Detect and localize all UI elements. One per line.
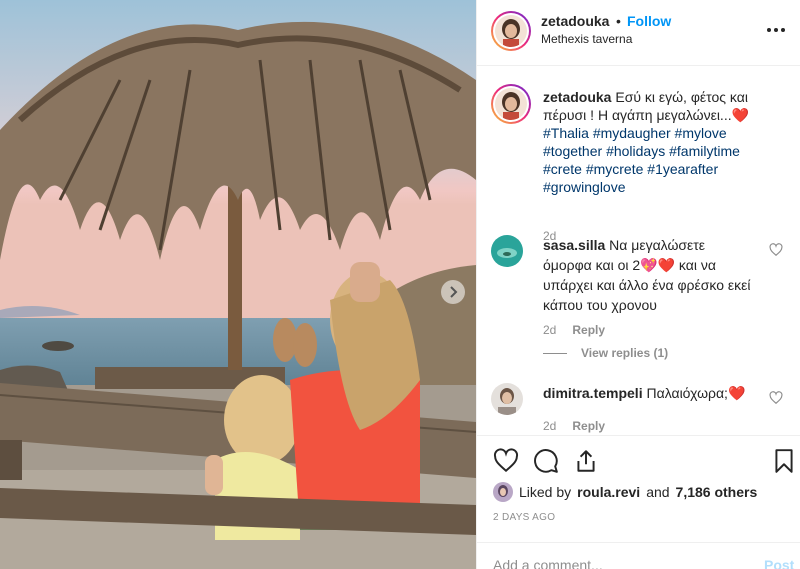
comment-input[interactable]: [493, 557, 733, 569]
replies-line: [543, 352, 567, 354]
comment-like-icon[interactable]: [769, 391, 783, 405]
comment-text: Παλαιόχωρα;❤️: [646, 385, 746, 401]
follow-button[interactable]: Follow: [627, 13, 671, 29]
separator-dot: •: [616, 13, 621, 29]
comments-list[interactable]: zetadouka Εσύ κι εγώ, φέτος και πέρυσι !…: [477, 67, 800, 435]
commenter-avatar[interactable]: [491, 235, 523, 267]
avatar-image: [495, 15, 527, 47]
likes-summary: Liked by roula.revi and 7,186 others: [493, 482, 757, 502]
liker-avatar[interactable]: [493, 482, 513, 502]
hashtag[interactable]: #mycrete: [586, 161, 644, 177]
chevron-right-icon: [450, 286, 458, 298]
hashtag[interactable]: #mydaugher: [593, 125, 671, 141]
comment-like-icon[interactable]: [769, 243, 783, 257]
hashtag[interactable]: #Thalia: [543, 125, 589, 141]
avatar-image: [491, 235, 523, 267]
liked-by-user[interactable]: roula.revi: [577, 484, 640, 500]
heart-emoji: ❤️: [731, 107, 750, 123]
post-header: zetadouka • Follow Methexis taverna: [477, 0, 800, 66]
liked-by-and: and: [646, 484, 670, 500]
author-avatar[interactable]: [491, 11, 531, 51]
author-username[interactable]: zetadouka: [541, 13, 609, 29]
view-replies-button[interactable]: View replies (1): [543, 346, 668, 360]
commenter-avatar[interactable]: [491, 383, 523, 415]
reply-button[interactable]: Reply: [572, 419, 605, 433]
caption-username[interactable]: zetadouka: [543, 89, 611, 105]
reply-button[interactable]: Reply: [572, 323, 605, 337]
hashtag[interactable]: #holidays: [606, 143, 665, 159]
post-sidebar: zetadouka • Follow Methexis taverna zeta…: [476, 0, 800, 569]
post-date[interactable]: 2 DAYS AGO: [493, 512, 555, 523]
avatar-image: [495, 88, 527, 120]
comment-timestamp[interactable]: 2d: [543, 323, 556, 337]
hashtag[interactable]: #together: [543, 143, 602, 159]
hashtag[interactable]: #growinglove: [543, 179, 626, 195]
more-options-button[interactable]: [767, 20, 791, 40]
post-comment-button[interactable]: Post: [764, 557, 794, 569]
comment-text-block: sasa.silla Να μεγαλώσετε όμορφα και οι 2…: [543, 235, 753, 315]
bookmark-icon[interactable]: [771, 448, 797, 474]
comment-username[interactable]: dimitra.tempeli: [543, 385, 643, 401]
comment-timestamp[interactable]: 2d: [543, 419, 556, 433]
next-photo-button[interactable]: [441, 280, 465, 304]
hashtag[interactable]: #mylove: [675, 125, 727, 141]
beach-photo-image: [0, 0, 476, 569]
view-replies-label: View replies (1): [581, 346, 669, 360]
add-comment-bar: Post: [477, 542, 800, 569]
share-icon[interactable]: [573, 448, 599, 474]
avatar-image: [491, 383, 523, 415]
comment-meta: 2d Reply: [543, 323, 605, 337]
hashtag[interactable]: #1yearafter: [647, 161, 718, 177]
avatar-image: [493, 482, 513, 502]
post-actions: Liked by roula.revi and 7,186 others 2 D…: [477, 435, 800, 569]
comment-meta: 2d Reply: [543, 419, 605, 433]
post-photo[interactable]: [0, 0, 476, 569]
heart-outline-icon[interactable]: [493, 448, 519, 474]
caption-text-block: zetadouka Εσύ κι εγώ, φέτος και πέρυσι !…: [543, 88, 775, 196]
hashtag[interactable]: #familytime: [669, 143, 740, 159]
comment-username[interactable]: sasa.silla: [543, 237, 605, 253]
likes-count-link[interactable]: 7,186 others: [676, 484, 758, 500]
comment-icon[interactable]: [533, 448, 559, 474]
comment-text-block: dimitra.tempeli Παλαιόχωρα;❤️: [543, 383, 753, 403]
liked-by-prefix: Liked by: [519, 484, 572, 500]
hashtag[interactable]: #crete: [543, 161, 582, 177]
more-horizontal-icon: [767, 28, 785, 32]
location-link[interactable]: Methexis taverna: [541, 32, 632, 46]
caption-avatar[interactable]: [491, 84, 531, 124]
